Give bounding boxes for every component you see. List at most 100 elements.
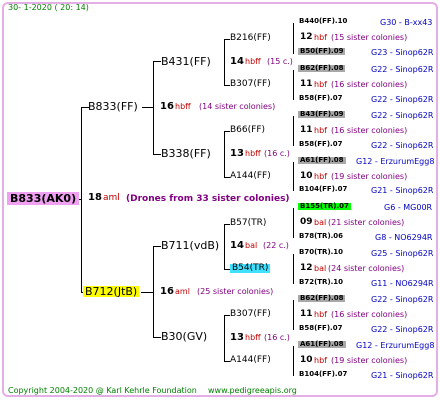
connector: [293, 208, 294, 238]
father-generation: 16: [160, 101, 174, 112]
gen4-node[interactable]: B104(FF).07: [299, 371, 347, 378]
gen3-node[interactable]: B307(FF): [230, 310, 271, 319]
gen4-line: G11 - NO6294R: [371, 279, 434, 288]
gen4-line: G6 - MG00R: [384, 203, 433, 212]
gen4-node[interactable]: B155(TR).07: [298, 203, 351, 210]
root-note: (Drones from 33 sister colonies): [126, 194, 290, 204]
gm2-generation: 13: [230, 332, 244, 343]
grandmother-1[interactable]: B711(vdB): [161, 240, 219, 251]
gen4-node[interactable]: A61(FF).08: [298, 157, 346, 164]
gm1-note: (22 c.): [263, 241, 289, 250]
gm2-code: hbff: [245, 333, 261, 342]
mother-queen[interactable]: B712(JtB): [83, 286, 140, 297]
gen4-line: G21 - Sinop62R: [371, 371, 434, 380]
gen3-node[interactable]: B57(TR): [230, 219, 266, 228]
gen4-generation: 12: [300, 32, 313, 42]
grandfather-2[interactable]: B338(FF): [161, 148, 211, 159]
connector: [293, 346, 294, 376]
gen4-generation: 10: [300, 355, 313, 365]
gen4-line: G22 - Sinop62R: [371, 141, 434, 150]
gen4-note: (15 sister colonies): [331, 33, 408, 42]
root-code: aml: [103, 193, 120, 203]
gen3-node[interactable]: B216(FF): [230, 34, 271, 43]
connector: [153, 246, 161, 247]
gen4-code: bal: [314, 264, 327, 273]
mother-generation: 16: [160, 286, 174, 297]
gen4-node[interactable]: B78(TR).06: [299, 233, 343, 240]
connector: [141, 292, 154, 293]
gen4-line: G22 - Sinop62R: [371, 65, 434, 74]
gen4-node[interactable]: B58(FF).07: [299, 95, 342, 102]
gen4-node[interactable]: B62(FF).08: [298, 295, 346, 302]
grandfather-1[interactable]: B431(FF): [161, 56, 211, 67]
gen4-code: hbf: [314, 172, 327, 181]
gf2-generation: 13: [230, 148, 244, 159]
gen4-note: (24 sister colonies): [328, 264, 405, 273]
gf1-note: (15 c.): [267, 57, 293, 66]
gen4-node[interactable]: B58(FF).07: [299, 141, 342, 148]
gen4-node[interactable]: B440(FF).10: [299, 18, 347, 25]
gen4-line: G22 - Sinop62R: [371, 325, 434, 334]
gen4-note: (19 sister colonies): [331, 356, 408, 365]
father-note: (14 sister colonies): [199, 102, 276, 111]
gen4-code: hbf: [314, 80, 327, 89]
gf1-generation: 14: [230, 56, 244, 67]
gm1-generation: 14: [230, 240, 244, 251]
gen4-line: G8 - NO6294R: [375, 233, 433, 242]
connector: [224, 39, 225, 85]
gen4-node[interactable]: B72(TR).10: [299, 279, 343, 286]
connector: [293, 300, 294, 330]
mother-code: aml: [175, 287, 190, 296]
gen4-generation: 09: [300, 217, 313, 227]
gen4-generation: 11: [300, 309, 313, 319]
connector: [293, 162, 294, 191]
gen4-line: G21 - Sinop62R: [371, 186, 434, 195]
gen4-node[interactable]: B104(FF).07: [299, 186, 347, 193]
father-queen[interactable]: B833(FF): [88, 101, 138, 112]
gen4-note: (21 sister colonies): [328, 218, 405, 227]
gen4-node[interactable]: A61(FF).08: [298, 341, 346, 348]
copyright-text: Copyright 2004-2020 @ Karl Kehrle Founda…: [8, 386, 197, 395]
gen4-node[interactable]: B58(FF).07: [299, 325, 342, 332]
connector: [224, 131, 225, 177]
connector: [293, 116, 294, 146]
gen3-node[interactable]: A144(FF): [230, 172, 271, 181]
gen3-node[interactable]: B66(FF): [230, 126, 265, 135]
gf2-code: hbff: [245, 149, 261, 158]
gen4-node[interactable]: B62(FF).08: [298, 65, 346, 72]
gen4-node[interactable]: B50(FF).09: [298, 48, 346, 55]
date-stamp: 30- 1-2020 ( 20: 14): [8, 3, 89, 12]
gen4-line: G12 - ErzurumEgg8: [356, 157, 435, 166]
gen4-line: G12 - ErzurumEgg8: [356, 341, 435, 350]
gen4-note: (16 sister colonies): [331, 80, 408, 89]
gm2-note: (16 c.): [264, 333, 290, 342]
gen3-node[interactable]: B54(TR): [230, 264, 271, 273]
father-code: hbff: [175, 102, 191, 111]
site-link[interactable]: www.pedigreeapis.org: [208, 387, 297, 395]
connector: [293, 254, 294, 284]
gen4-generation: 11: [300, 125, 313, 135]
connector: [224, 315, 225, 361]
connector: [153, 61, 161, 62]
gen3-node[interactable]: A144(FF): [230, 356, 271, 365]
connector: [224, 224, 225, 269]
gen4-code: hbf: [314, 126, 327, 135]
root-generation: 18: [88, 192, 102, 203]
gf2-note: (16 c.): [264, 149, 290, 158]
gen3-node[interactable]: B307(FF): [230, 80, 271, 89]
gen4-line: G30 - B-xx43: [380, 18, 433, 27]
gen4-node[interactable]: B70(TR).10: [299, 249, 343, 256]
connector: [153, 337, 161, 338]
gen4-node[interactable]: B43(FF).09: [298, 111, 346, 118]
gen4-generation: 10: [300, 171, 313, 181]
gen4-code: hbf: [314, 356, 327, 365]
gen4-code: bal: [314, 218, 327, 227]
grandmother-2[interactable]: B30(GV): [161, 331, 207, 342]
root-queen[interactable]: B833(AK0): [7, 192, 80, 205]
connector: [142, 107, 154, 108]
gen4-line: G22 - Sinop62R: [371, 295, 434, 304]
gf1-code: hbff: [245, 57, 261, 66]
gen4-generation: 12: [300, 263, 313, 273]
gen4-line: G23 - Sinop62R: [371, 48, 434, 57]
gen4-line: G22 - Sinop62R: [371, 95, 434, 104]
